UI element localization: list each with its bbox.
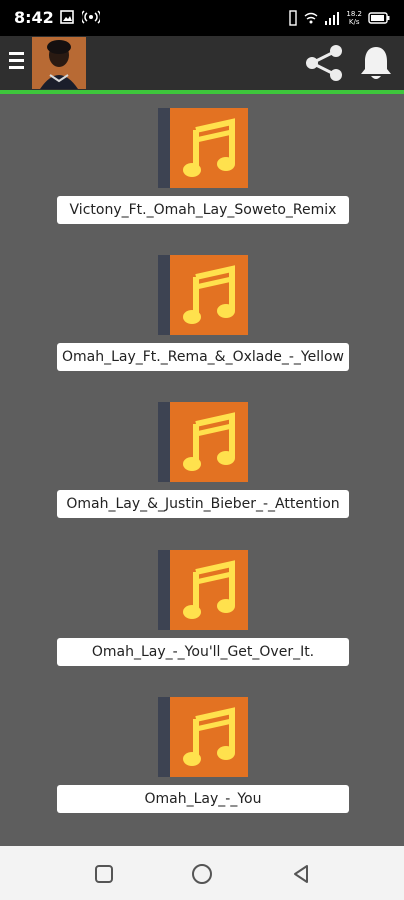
speed-value: 18.2 (346, 10, 362, 18)
list-item[interactable]: Victony_Ft._Omah_Lay_Soweto_Remix (0, 108, 404, 236)
hamburger-menu-icon[interactable] (8, 52, 28, 74)
music-file-icon (158, 255, 248, 335)
song-title[interactable]: Omah_Lay_-_You'll_Get_Over_It. (57, 638, 349, 666)
music-file-icon (158, 402, 248, 482)
list-item[interactable]: Omah_Lay_&_Justin_Bieber_-_Attention (0, 402, 404, 530)
system-nav-bar (0, 846, 404, 900)
list-item[interactable]: Omah_Lay_-_You'll_Get_Over_It. (0, 550, 404, 678)
battery-icon (368, 12, 390, 24)
song-title[interactable]: Victony_Ft._Omah_Lay_Soweto_Remix (57, 196, 349, 224)
list-item[interactable]: Omah_Lay_-_You (0, 697, 404, 825)
wifi-icon (304, 12, 318, 24)
status-time: 8:42 (14, 8, 54, 27)
music-file-icon (158, 108, 248, 188)
artist-avatar[interactable] (32, 37, 86, 89)
home-icon[interactable] (190, 862, 214, 886)
music-file-icon (158, 697, 248, 777)
vibrate-icon (289, 10, 298, 26)
song-title[interactable]: Omah_Lay_&_Justin_Bieber_-_Attention (57, 490, 349, 518)
app-bar (0, 36, 404, 94)
speed-unit: K/s (348, 18, 360, 26)
list-item[interactable]: Omah_Lay_Ft._Rema_&_Oxlade_-_Yellow (0, 255, 404, 383)
status-right-icons: 18.2 K/s (288, 8, 390, 28)
gallery-icon (60, 10, 74, 24)
status-left-icons (60, 10, 100, 26)
back-icon[interactable] (289, 862, 313, 886)
share-icon[interactable] (302, 43, 346, 83)
status-bar: 8:42 18.2 K/s (0, 0, 404, 36)
hotspot-icon (82, 10, 100, 24)
network-speed: 18.2 K/s (346, 10, 362, 26)
bell-icon[interactable] (356, 43, 396, 83)
song-title[interactable]: Omah_Lay_Ft._Rema_&_Oxlade_-_Yellow (57, 343, 349, 371)
song-title[interactable]: Omah_Lay_-_You (57, 785, 349, 813)
music-file-icon (158, 550, 248, 630)
recent-apps-icon[interactable] (92, 862, 116, 886)
signal-icon (325, 12, 340, 25)
